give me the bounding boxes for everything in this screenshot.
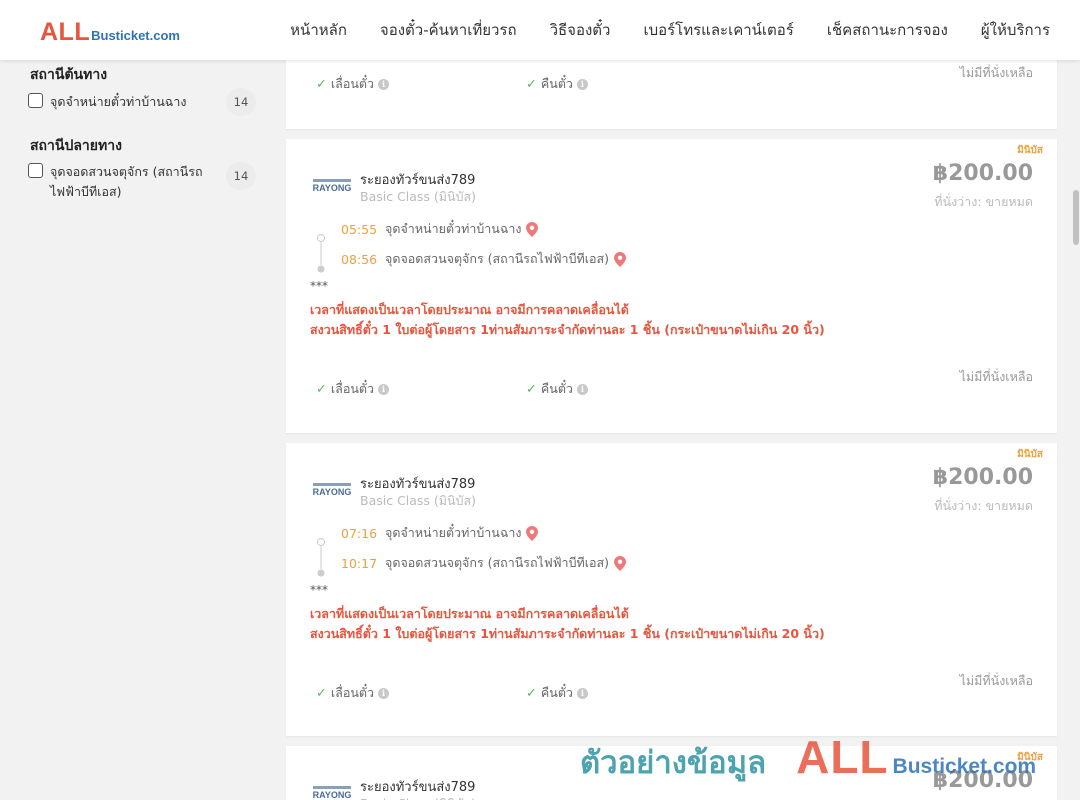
info-icon[interactable]: i (576, 687, 588, 699)
arrival-place: จุดจอดสวนจตุจักร (สถานีรถไฟฟ้าบีทีเอส) (385, 251, 610, 266)
refund-label: คืนตั๋ว (540, 381, 573, 396)
departure-time: 05:55 (341, 221, 378, 237)
operator-logo-text: RAYONG (313, 790, 351, 800)
arrival-time: 10:17 (341, 555, 378, 571)
site-logo[interactable]: ALL Busticket.com (40, 18, 180, 47)
departure-time: 07:16 (341, 525, 378, 541)
map-pin-icon[interactable] (526, 525, 539, 541)
destination-count-badge: 14 (226, 162, 256, 190)
time-disclaimer: เวลาที่แสดงเป็นเวลาโดยประมาณ อาจมีการคลา… (310, 302, 629, 317)
no-seat-text: ไม่มีที่นั่งเหลือ (959, 673, 1033, 688)
ticket-price: ฿200.00 (932, 768, 1033, 793)
info-icon[interactable]: i (576, 383, 588, 395)
arrival-time: 08:56 (341, 251, 378, 267)
origin-filter-title: สถานีต้นทาง (30, 67, 108, 83)
nav-home[interactable]: หน้าหลัก (290, 18, 347, 42)
origin-checkbox[interactable] (28, 93, 43, 108)
ticket-price: ฿200.00 (932, 161, 1033, 186)
bus-class: Basic Class (มินิบัส) (360, 189, 477, 204)
luggage-policy: สงวนสิทธิ์ตั๋ว 1 ใบต่อผู้โดยสาร 1ท่านสัม… (310, 626, 825, 641)
postpone-label: เลื่อนตั๋ว (330, 76, 375, 91)
ticket-price: ฿200.00 (932, 465, 1033, 490)
map-pin-icon[interactable] (614, 555, 627, 571)
departure-place: จุดจำหน่ายตั๋วท่าบ้านฉาง (385, 525, 522, 540)
route-timeline (317, 538, 325, 577)
info-icon[interactable]: i (378, 78, 390, 90)
departure-place: จุดจำหน่ายตั๋วท่าบ้านฉาง (385, 221, 522, 236)
nav-check-booking[interactable]: เช็คสถานะการจอง (827, 18, 948, 42)
info-icon[interactable]: i (576, 78, 588, 90)
bus-class: Basic Class (มินิบัส) (360, 794, 476, 800)
departure-stop: 05:55 จุดจำหน่ายตั๋วท่าบ้านฉาง (341, 219, 539, 239)
time-disclaimer: เวลาที่แสดงเป็นเวลาโดยประมาณ อาจมีการคลา… (310, 606, 629, 621)
main-nav: หน้าหลัก จองตั๋ว-ค้นหาเที่ยวรถ วิธีจองตั… (257, 0, 1050, 60)
minibus-badge: มินิบัส (1017, 145, 1043, 156)
refund-label: คืนตั๋ว (540, 685, 573, 700)
arrival-place: จุดจอดสวนจตุจักร (สถานีรถไฟฟ้าบีทีเอส) (385, 555, 610, 570)
trip-card[interactable]: มินิบัส RAYONG ระยองทัวร์ขนส่ง789 Basic … (286, 139, 1057, 433)
operator-logo-text: RAYONG (313, 487, 351, 497)
destination-filter-option[interactable]: จุดจอดสวนจตุจักร (สถานีรถไฟฟ้าบีทีเอส) 1… (28, 162, 256, 202)
trip-card[interactable]: มินิบัส RAYONG ระยองทัวร์ขนส่ง789 Basic … (286, 746, 1057, 800)
refund-feature: ✓ คืนตั๋ว i (526, 379, 588, 399)
refund-feature: ✓ คืนตั๋ว i (526, 74, 588, 94)
map-pin-icon[interactable] (614, 251, 627, 267)
operator-logo: RAYONG (313, 784, 351, 800)
logo-busticket-text: Busticket.com (91, 28, 180, 43)
seats-available: ที่นั่งว่าง: ขายหมด (934, 498, 1033, 513)
minibus-badge: มินิบัส (1017, 449, 1043, 460)
no-seat-text: ไม่มีที่นั่งเหลือ (959, 369, 1033, 384)
scrollbar-thumb[interactable] (1073, 190, 1079, 245)
check-icon: ✓ (526, 381, 537, 397)
check-icon: ✓ (526, 685, 537, 701)
destination-option-label: จุดจอดสวนจตุจักร (สถานีรถไฟฟ้าบีทีเอส) (50, 164, 203, 199)
origin-option-label: จุดจำหน่ายตั๋วท่าบ้านฉาง (50, 94, 187, 109)
info-icon[interactable]: i (378, 383, 390, 395)
top-header: ALL Busticket.com หน้าหลัก จองตั๋ว-ค้นหา… (0, 0, 1080, 60)
notes-marker: *** (310, 583, 328, 597)
info-icon[interactable]: i (378, 687, 390, 699)
departure-stop: 07:16 จุดจำหน่ายตั๋วท่าบ้านฉาง (341, 523, 539, 543)
destination-filter-title: สถานีปลายทาง (30, 138, 122, 154)
check-icon: ✓ (526, 76, 537, 92)
arrival-stop: 08:56 จุดจอดสวนจตุจักร (สถานีรถไฟฟ้าบีที… (341, 249, 627, 269)
operator-logo: RAYONG (313, 481, 351, 498)
nav-contact-counters[interactable]: เบอร์โทรและเคาน์เตอร์ (643, 18, 793, 42)
operator-logo-text: RAYONG (313, 183, 351, 193)
seats-available: ที่นั่งว่าง: ขายหมด (934, 194, 1033, 209)
luggage-policy: สงวนสิทธิ์ตั๋ว 1 ใบต่อผู้โดยสาร 1ท่านสัม… (310, 322, 825, 337)
arrival-stop: 10:17 จุดจอดสวนจตุจักร (สถานีรถไฟฟ้าบีที… (341, 553, 627, 573)
postpone-feature: ✓ เลื่อนตั๋ว i (316, 379, 390, 399)
nav-book-search[interactable]: จองตั๋ว-ค้นหาเที่ยวรถ (380, 18, 517, 42)
map-pin-icon[interactable] (526, 221, 539, 237)
no-seat-text: ไม่มีที่นั่งเหลือ (959, 65, 1033, 80)
trip-card[interactable]: มินิบัส RAYONG ระยองทัวร์ขนส่ง789 Basic … (286, 443, 1057, 736)
nav-operators[interactable]: ผู้ให้บริการ (981, 18, 1050, 42)
operator-logo: RAYONG (313, 177, 351, 194)
origin-filter-option[interactable]: จุดจำหน่ายตั๋วท่าบ้านฉาง 14 (28, 88, 256, 116)
minibus-badge: มินิบัส (1017, 752, 1043, 763)
origin-count-badge: 14 (226, 88, 256, 116)
check-icon: ✓ (316, 685, 327, 701)
check-icon: ✓ (316, 76, 327, 92)
destination-checkbox[interactable] (28, 163, 43, 178)
logo-all-text: ALL (40, 18, 91, 46)
nav-how-to-book[interactable]: วิธีจองตั๋ว (550, 18, 611, 42)
notes-marker: *** (310, 279, 328, 293)
route-timeline (317, 234, 325, 273)
bus-class: Basic Class (มินิบัส) (360, 493, 477, 508)
page-scrollbar[interactable] (1072, 60, 1080, 800)
postpone-feature: ✓ เลื่อนตั๋ว i (316, 683, 390, 703)
postpone-label: เลื่อนตั๋ว (330, 381, 375, 396)
refund-label: คืนตั๋ว (540, 76, 573, 91)
check-icon: ✓ (316, 381, 327, 397)
postpone-feature: ✓ เลื่อนตั๋ว i (316, 74, 390, 94)
postpone-label: เลื่อนตั๋ว (330, 685, 375, 700)
refund-feature: ✓ คืนตั๋ว i (526, 683, 588, 703)
